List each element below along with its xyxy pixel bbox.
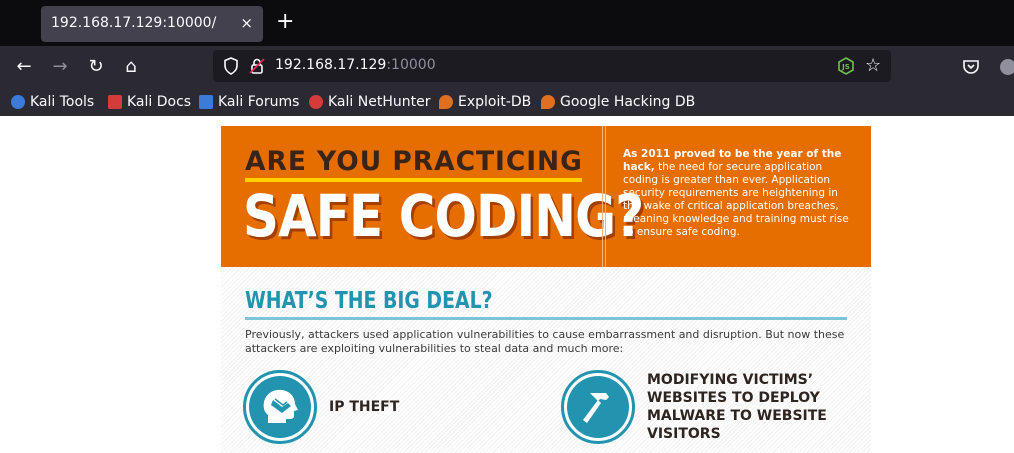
bookmark-kali-nethunter[interactable]: Kali NetHunter [309,93,430,111]
url-port: :10000 [386,57,436,73]
shield-icon[interactable] [221,56,241,76]
svg-text:JS: JS [841,63,850,71]
bookmark-label: Kali NetHunter [328,94,431,110]
section-body: Previously, attackers used application v… [245,328,845,355]
exploit-db-icon [439,95,453,109]
bookmark-kali-tools[interactable]: Kali Tools [11,93,94,111]
page-viewport[interactable]: ARE YOU PRACTICING SAFE CODING? As 2011 … [0,116,1014,453]
url-host: 192.168.17.129 [275,57,387,73]
kali-docs-icon [108,95,122,109]
section-title: WHAT’S THE BIG DEAL? [245,288,493,314]
modifying-websites-item: MODIFYING VICTIMS’ WEBSITES TO DEPLOY MA… [561,370,827,444]
close-icon[interactable]: × [240,14,253,32]
bookmark-kali-forums[interactable]: Kali Forums [199,93,299,111]
kali-forums-icon [199,95,213,109]
reload-button[interactable]: ↻ [83,54,109,80]
pocket-icon[interactable] [961,57,981,77]
back-button[interactable]: ← [11,54,37,80]
ip-theft-item: IP THEFT [243,370,399,444]
new-tab-button[interactable]: + [276,11,294,33]
bookmarks-toolbar: Kali Tools Kali Docs Kali Forums Kali Ne… [0,88,1014,116]
bookmark-star-icon[interactable]: ☆ [865,55,881,76]
url-text[interactable]: 192.168.17.129:10000 [275,57,436,73]
head-hand-icon [243,370,317,444]
item-label: MODIFYING VICTIMS’ WEBSITES TO DEPLOY MA… [647,371,827,443]
item-label-line: VISITORS [647,426,721,442]
bookmark-label: Kali Forums [218,94,300,110]
bookmark-label: Exploit-DB [458,94,532,110]
infographic: ARE YOU PRACTICING SAFE CODING? As 2011 … [221,126,871,453]
account-avatar[interactable] [1000,59,1014,75]
hero-blurb-rest: the need for secure application coding i… [623,161,849,238]
item-label: IP THEFT [329,399,400,415]
bookmark-label: Google Hacking DB [560,94,696,110]
bookmark-exploit-db[interactable]: Exploit-DB [439,93,531,111]
bookmark-kali-docs[interactable]: Kali Docs [108,93,191,111]
tab-title: 192.168.17.129:10000/ [51,15,217,31]
navigation-toolbar: ← → ↻ ⌂ 192.168.17.129:10000 JS ☆ [0,46,1014,88]
hero-blurb: As 2011 proved to be the year of the hac… [623,148,853,239]
item-label-line: MODIFYING VICTIMS’ [647,372,814,388]
section-rule [245,317,847,320]
bookmark-google-hacking-db[interactable]: Google Hacking DB [541,93,695,111]
divider [602,126,603,267]
bookmark-label: Kali Tools [30,94,95,110]
hero-banner: ARE YOU PRACTICING SAFE CODING? As 2011 … [221,126,871,267]
kali-nethunter-icon [309,95,323,109]
hammer-icon [561,370,635,444]
tab-bar: 192.168.17.129:10000/ × + [0,0,1014,46]
kali-tools-icon [11,95,25,109]
hero-heading-line1: ARE YOU PRACTICING [245,146,583,177]
home-button[interactable]: ⌂ [118,54,144,80]
big-deal-section: WHAT’S THE BIG DEAL? Previously, attacke… [221,267,871,453]
divider [605,126,606,267]
url-bar[interactable]: 192.168.17.129:10000 JS ☆ [213,50,891,82]
insecure-lock-icon[interactable] [247,56,267,76]
bookmark-label: Kali Docs [127,94,192,110]
item-label-line: WEBSITES TO DEPLOY [647,390,820,406]
hero-heading-line2: SAFE CODING? [243,182,644,250]
forward-button[interactable]: → [47,54,73,80]
google-hacking-db-icon [541,95,555,109]
nodejs-extension-icon[interactable]: JS [837,57,855,75]
tab-active[interactable]: 192.168.17.129:10000/ × [41,6,263,42]
item-label-line: MALWARE TO WEBSITE [647,408,827,424]
